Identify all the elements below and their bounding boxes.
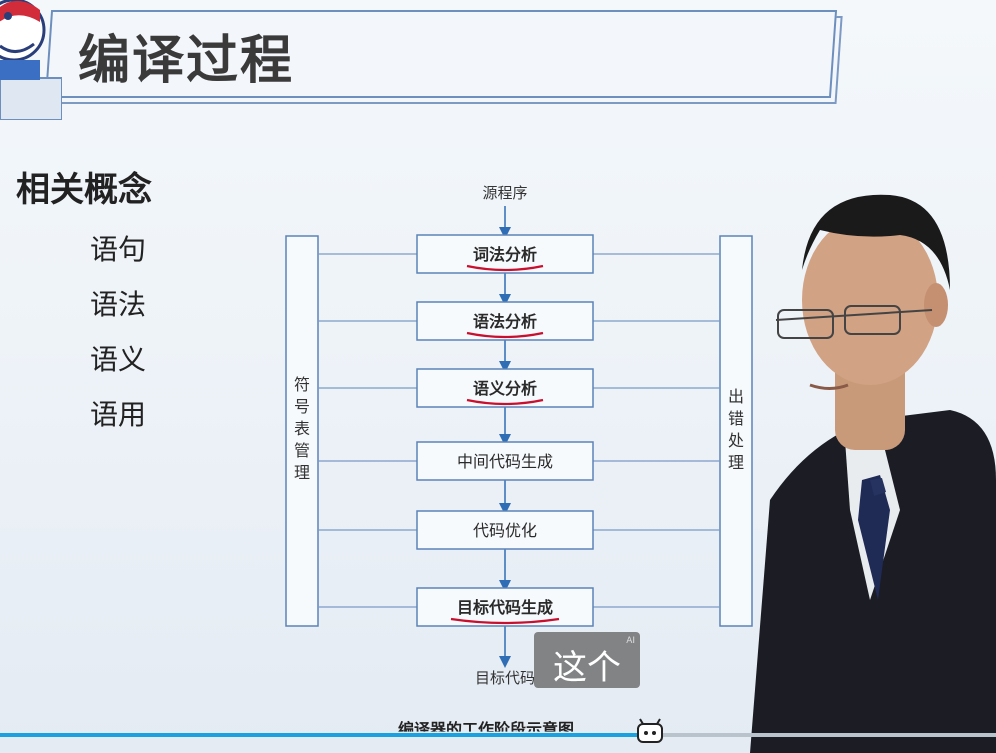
vertical-char: 理 (728, 453, 744, 472)
vertical-char: 处 (728, 431, 744, 450)
symbol-table-label: 符号表管理 (294, 375, 310, 482)
progress-thumb-icon[interactable] (636, 717, 664, 745)
source-program-label: 源程序 (482, 184, 527, 202)
vertical-char: 符 (294, 375, 310, 394)
vertical-char: 理 (294, 463, 310, 482)
presenter-image (750, 194, 996, 753)
vertical-char: 出 (728, 387, 744, 406)
stage-label: 代码优化 (473, 521, 537, 540)
subtitle-text: 这个 (553, 648, 621, 688)
stage-label: 中间代码生成 (457, 452, 553, 471)
video-progress-bar[interactable] (0, 733, 996, 737)
stage-label: 语法分析 (473, 312, 537, 331)
stage-label: 词法分析 (473, 245, 537, 264)
vertical-char: 表 (294, 419, 310, 438)
vertical-char: 错 (728, 409, 744, 428)
vertical-char: 管 (294, 441, 310, 460)
stage-label: 目标代码生成 (457, 598, 553, 617)
stage-label: 语义分析 (473, 379, 537, 398)
vertical-char: 号 (294, 397, 310, 416)
video-progress-fill (0, 733, 638, 737)
ai-subtitle-box: AI 这个 (534, 632, 640, 688)
target-code-label: 目标代码 (475, 669, 535, 687)
